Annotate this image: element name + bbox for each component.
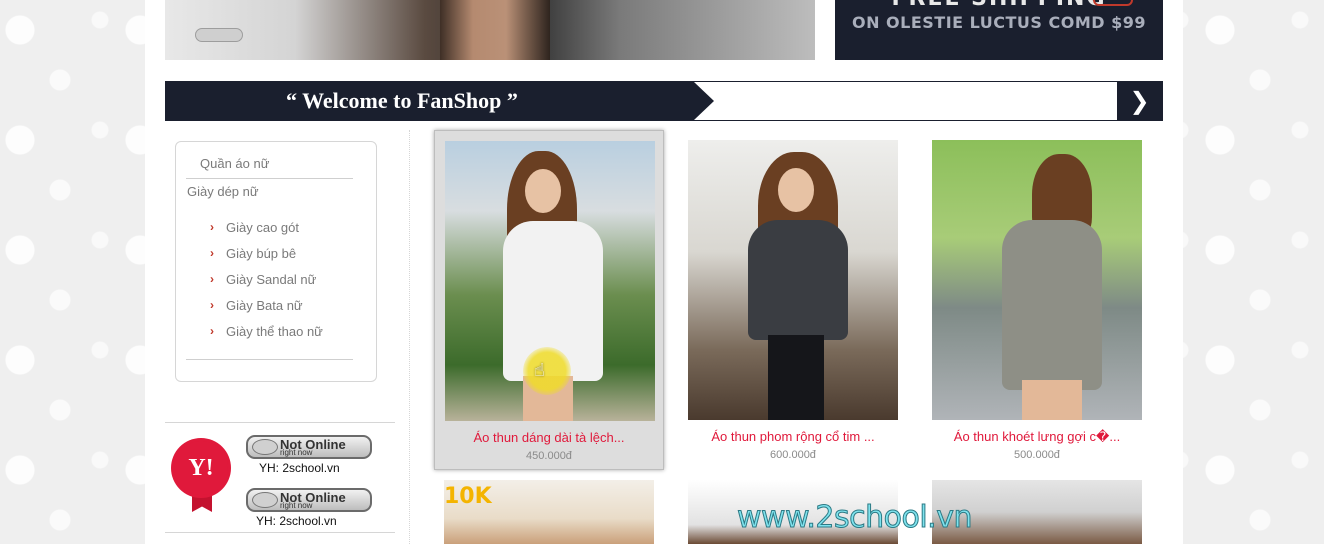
- car-door-handle: [195, 28, 243, 42]
- product-card[interactable]: Áo thun phom rộng cổ tim ... 600.000đ: [678, 130, 908, 470]
- yahoo-status-button[interactable]: Not Online right now: [246, 435, 372, 459]
- hand-pointer-icon: ☝: [534, 360, 545, 381]
- sidebar-divider: [165, 532, 395, 533]
- subcategory-sneakers[interactable]: › Giày Bata nữ: [210, 292, 323, 318]
- cursor-highlight: [523, 347, 571, 395]
- model-face: [525, 169, 561, 213]
- welcome-title: “ Welcome to FanShop ”: [286, 88, 518, 113]
- free-shipping-banner[interactable]: FREE SHIPPING ON OLESTIE LUCTUS COMD $99: [835, 0, 1163, 60]
- subcategory-label: Giày cao gót: [226, 219, 299, 235]
- model-legs: [1022, 380, 1082, 420]
- price-tag: 10K: [444, 484, 492, 509]
- yahoo-status-button[interactable]: Not Online right now: [246, 488, 372, 512]
- product-price: 450.000đ: [526, 450, 572, 462]
- product-name[interactable]: Áo thun dáng dài tà lệch...: [435, 430, 663, 445]
- product-price: 500.000đ: [1014, 449, 1060, 461]
- chevron-right-icon: ›: [210, 298, 214, 312]
- menu-divider: [186, 359, 353, 360]
- column-divider: [409, 130, 410, 544]
- category-womens-shoes[interactable]: Giày dép nữ: [186, 184, 353, 199]
- sidebar-divider: [165, 422, 395, 423]
- chevron-right-icon: ›: [210, 220, 214, 234]
- subcategory-ballet-flats[interactable]: › Giày búp bê: [210, 240, 323, 266]
- product-card[interactable]: Áo thun khoét lưng gợi c�... 500.000đ: [922, 130, 1152, 470]
- model-top: [1002, 220, 1102, 390]
- product-image[interactable]: [932, 140, 1142, 420]
- subcategory-label: Giày Sandal nữ: [226, 271, 317, 287]
- chevron-right-icon: ›: [210, 324, 214, 338]
- product-image[interactable]: [688, 140, 898, 420]
- product-name[interactable]: Áo thun khoét lưng gợi c�...: [922, 429, 1152, 445]
- shoe-subcategory-list: › Giày cao gót › Giày búp bê › Giày Sand…: [210, 214, 323, 344]
- smiley-icon: [252, 492, 278, 508]
- smiley-icon: [252, 439, 278, 455]
- promo-subtitle: ON OLESTIE LUCTUS COMD $99: [851, 13, 1147, 32]
- subcategory-high-heels[interactable]: › Giày cao gót: [210, 214, 323, 240]
- yahoo-icon: Y!: [174, 441, 228, 495]
- model-legs: [440, 0, 550, 60]
- product-card[interactable]: Áo thun dáng dài tà lệch... 450.000đ: [434, 130, 664, 470]
- chevron-right-icon: ›: [210, 246, 214, 260]
- yahoo-contact-label: YH: 2school.vn: [259, 461, 340, 475]
- status-subtext: right now: [280, 448, 313, 457]
- subcategory-label: Giày Bata nữ: [226, 297, 303, 313]
- model-sweater: [748, 220, 848, 340]
- category-womens-clothing[interactable]: Quần áo nữ: [186, 156, 353, 179]
- promo-decoration: [1093, 0, 1133, 6]
- subcategory-label: Giày búp bê: [226, 245, 297, 261]
- chevron-right-icon: ❯: [1129, 87, 1150, 115]
- welcome-bar: “ Welcome to FanShop ” ❯: [165, 81, 1163, 121]
- status-subtext: right now: [280, 501, 313, 510]
- yahoo-contact-label: YH: 2school.vn: [256, 514, 337, 528]
- product-name[interactable]: Áo thun phom rộng cổ tim ...: [678, 429, 908, 444]
- chevron-right-icon: ›: [210, 272, 214, 286]
- subcategory-sandals[interactable]: › Giày Sandal nữ: [210, 266, 323, 292]
- product-price: 600.000đ: [770, 449, 816, 461]
- category-menu: Quần áo nữ Giày dép nữ › Giày cao gót › …: [175, 141, 377, 382]
- hero-banner-image[interactable]: [165, 0, 815, 60]
- model-face: [778, 168, 814, 212]
- subcategory-sport-shoes[interactable]: › Giày thể thao nữ: [210, 318, 323, 344]
- next-button[interactable]: ❯: [1117, 82, 1162, 120]
- product-image[interactable]: 10K: [444, 480, 654, 544]
- subcategory-label: Giày thể thao nữ: [226, 323, 323, 339]
- model-pants: [768, 335, 824, 420]
- site-watermark: www.2school.vn: [737, 500, 973, 536]
